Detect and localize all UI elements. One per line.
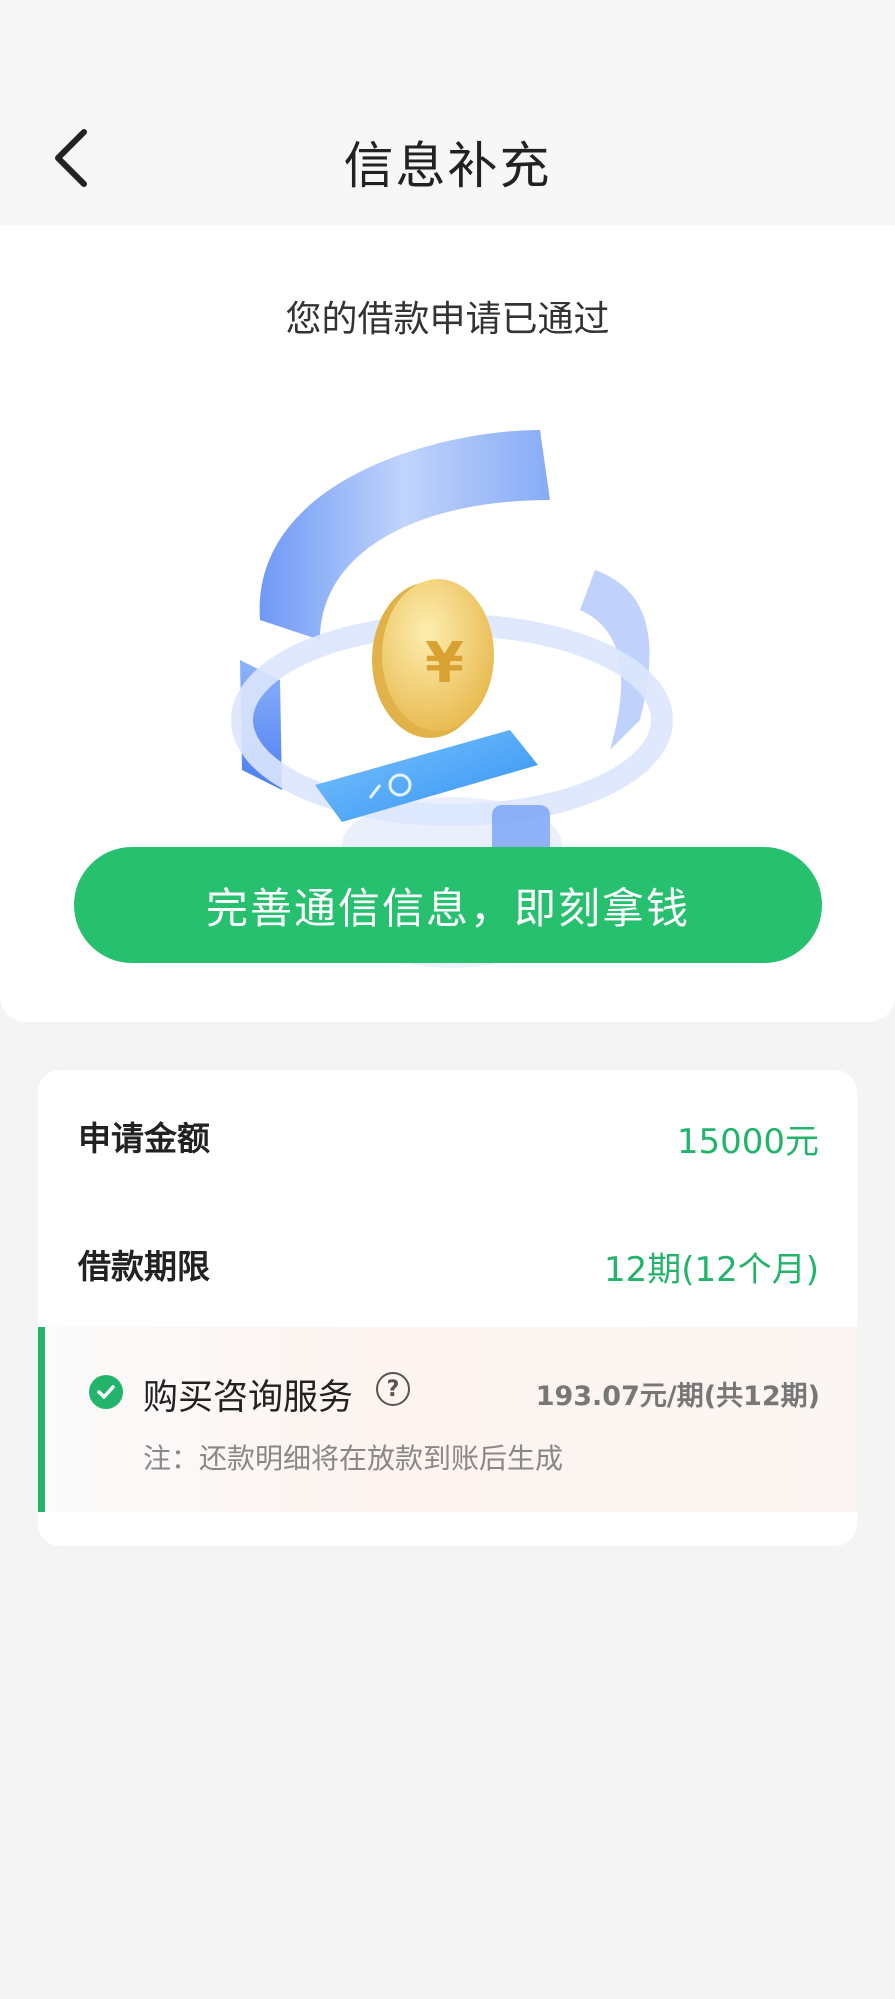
svg-text:¥: ¥ — [425, 631, 464, 696]
amount-value: 15000元 — [676, 1122, 819, 1162]
term-value: 12期(12个月) — [603, 1250, 819, 1290]
service-label: 购买咨询服务 — [143, 1378, 354, 1418]
term-label: 借款期限 — [78, 1247, 210, 1286]
amount-label: 申请金额 — [78, 1119, 210, 1158]
loan-details-card: 申请金额 15000元 借款期限 12期(12个月) 购买咨询服务 ? 193.… — [38, 1070, 857, 1546]
service-note: 注：还款明细将在放款到账后生成 — [143, 1442, 564, 1475]
approval-message: 您的借款申请已通过 — [285, 299, 610, 340]
complete-info-button[interactable]: 完善通信信息，即刻拿钱 — [74, 847, 822, 963]
consulting-service-option[interactable]: 购买咨询服务 ? 193.07元/期(共12期) 注：还款明细将在放款到账后生成 — [38, 1327, 857, 1512]
check-circle-icon[interactable] — [89, 1375, 123, 1409]
approval-card: 您的借款申请已通过 ¥ 完善通信信息，即刻拿钱 — [0, 225, 895, 1022]
page-title: 信息补充 — [343, 137, 552, 195]
question-circle-icon[interactable]: ? — [376, 1372, 410, 1406]
page: 信息补充 您的借款申请已通过 ¥ 完善通信信息，即刻拿钱 申请金额 15000元… — [0, 0, 895, 1999]
header: 信息补充 — [0, 0, 895, 230]
service-price: 193.07元/期(共12期) — [535, 1381, 820, 1412]
